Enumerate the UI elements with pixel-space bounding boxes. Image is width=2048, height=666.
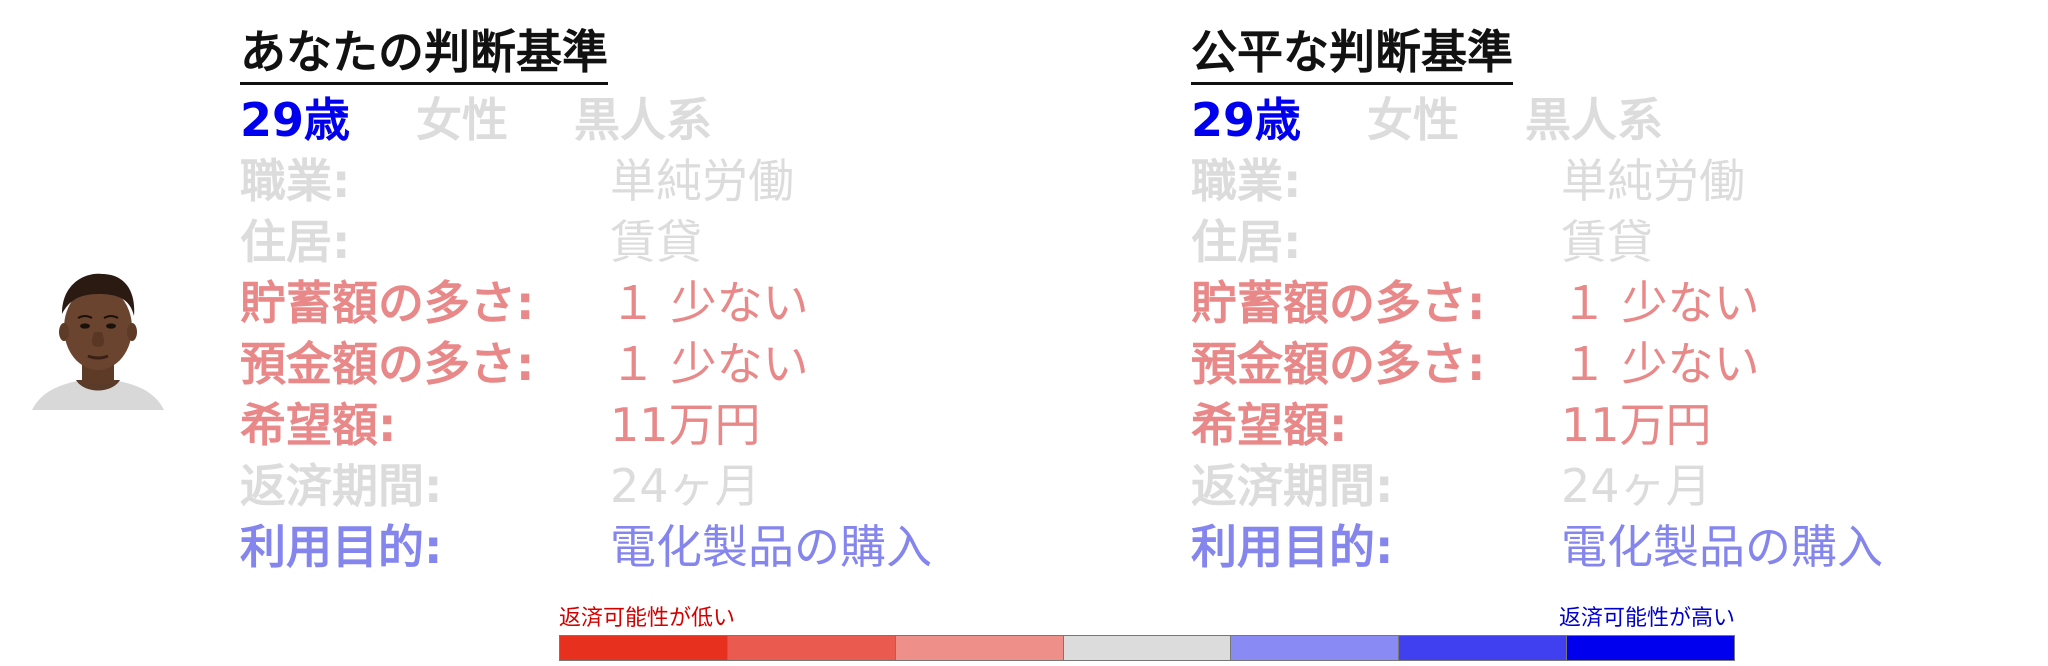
attribute-label: 希望額: <box>240 398 397 452</box>
left-panel: あなたの判断基準 29歳 女性 黒人系 職業: 単純労働 住居: 賃貸 貯蓄額の… <box>240 22 1060 578</box>
panel-title: 公平な判断基準 <box>1191 22 1513 85</box>
attribute-row-amount: 希望額: 11万円 <box>240 395 1060 456</box>
attribute-list: 職業: 単純労働 住居: 賃貸 貯蓄額の多さ: １ 少ない 預金額の多さ: １ … <box>1191 151 2011 578</box>
attribute-row-savings: 貯蓄額の多さ: １ 少ない <box>1191 273 2011 334</box>
gender-value: 女性 <box>416 93 509 147</box>
attribute-label: 住居: <box>1191 215 1302 269</box>
attribute-label: 利用目的: <box>240 520 443 574</box>
attribute-row-occupation: 職業: 単純労働 <box>1191 151 2011 212</box>
scale-segment <box>895 636 1064 660</box>
attribute-value: 電化製品の購入 <box>1561 520 1883 574</box>
attribute-value: 24ヶ月 <box>610 459 761 513</box>
attribute-label: 預金額の多さ: <box>240 337 535 391</box>
demographics: 29歳 女性 黒人系 <box>240 89 1060 151</box>
attribute-list: 職業: 単純労働 住居: 賃貸 貯蓄額の多さ: １ 少ない 預金額の多さ: １ … <box>240 151 1060 578</box>
attribute-row-deposit: 預金額の多さ: １ 少ない <box>1191 334 2011 395</box>
attribute-row-purpose: 利用目的: 電化製品の購入 <box>240 517 1060 578</box>
attribute-value: １ 少ない <box>610 276 809 330</box>
age-value: 29歳 <box>240 93 351 147</box>
attribute-value: 単純労働 <box>1561 154 1745 208</box>
scale-segment <box>1399 636 1568 660</box>
demographics: 29歳 女性 黒人系 <box>1191 89 2011 151</box>
ethnicity-value: 黒人系 <box>574 93 713 147</box>
attribute-value: 11万円 <box>1561 398 1712 452</box>
attribute-row-housing: 住居: 賃貸 <box>1191 212 2011 273</box>
attribute-value: １ 少ない <box>610 337 809 391</box>
attribute-value: 単純労働 <box>610 154 794 208</box>
attribute-label: 預金額の多さ: <box>1191 337 1486 391</box>
attribute-value: 電化製品の購入 <box>610 520 932 574</box>
attribute-label: 職業: <box>240 154 351 208</box>
attribute-value: 賃貸 <box>1561 215 1653 269</box>
attribute-row-occupation: 職業: 単純労働 <box>240 151 1060 212</box>
attribute-label: 貯蓄額の多さ: <box>1191 276 1486 330</box>
attribute-row-term: 返済期間: 24ヶ月 <box>240 456 1060 517</box>
right-panel: 公平な判断基準 29歳 女性 黒人系 職業: 単純労働 住居: 賃貸 貯蓄額の多… <box>1191 22 2011 578</box>
attribute-label: 貯蓄額の多さ: <box>240 276 535 330</box>
panel-title: あなたの判断基準 <box>240 22 608 85</box>
attribute-label: 希望額: <box>1191 398 1348 452</box>
attribute-label: 職業: <box>1191 154 1302 208</box>
attribute-label: 返済期間: <box>240 459 443 513</box>
scale-segment <box>727 636 896 660</box>
scale-high-label: 返済可能性が高い <box>1558 606 1735 631</box>
attribute-label: 住居: <box>240 215 351 269</box>
scale-segment <box>1567 636 1735 660</box>
attribute-row-savings: 貯蓄額の多さ: １ 少ない <box>240 273 1060 334</box>
avatar <box>32 262 164 410</box>
attribute-value: 24ヶ月 <box>1561 459 1712 513</box>
attribute-row-term: 返済期間: 24ヶ月 <box>1191 456 2011 517</box>
color-scale-bar <box>559 635 1735 661</box>
attribute-row-housing: 住居: 賃貸 <box>240 212 1060 273</box>
attribute-row-amount: 希望額: 11万円 <box>1191 395 2011 456</box>
attribute-value: 11万円 <box>610 398 761 452</box>
attribute-label: 利用目的: <box>1191 520 1394 574</box>
attribute-row-deposit: 預金額の多さ: １ 少ない <box>240 334 1060 395</box>
scale-segment <box>1231 636 1400 660</box>
attribute-value: １ 少ない <box>1561 276 1760 330</box>
scale-segment <box>1063 636 1232 660</box>
gender-value: 女性 <box>1367 93 1460 147</box>
ethnicity-value: 黒人系 <box>1525 93 1664 147</box>
scale-low-label: 返済可能性が低い <box>559 606 736 631</box>
attribute-value: 賃貸 <box>610 215 702 269</box>
attribute-label: 返済期間: <box>1191 459 1394 513</box>
age-value: 29歳 <box>1191 93 1302 147</box>
attribute-row-purpose: 利用目的: 電化製品の購入 <box>1191 517 2011 578</box>
scale-segment <box>560 636 728 660</box>
attribute-value: １ 少ない <box>1561 337 1760 391</box>
